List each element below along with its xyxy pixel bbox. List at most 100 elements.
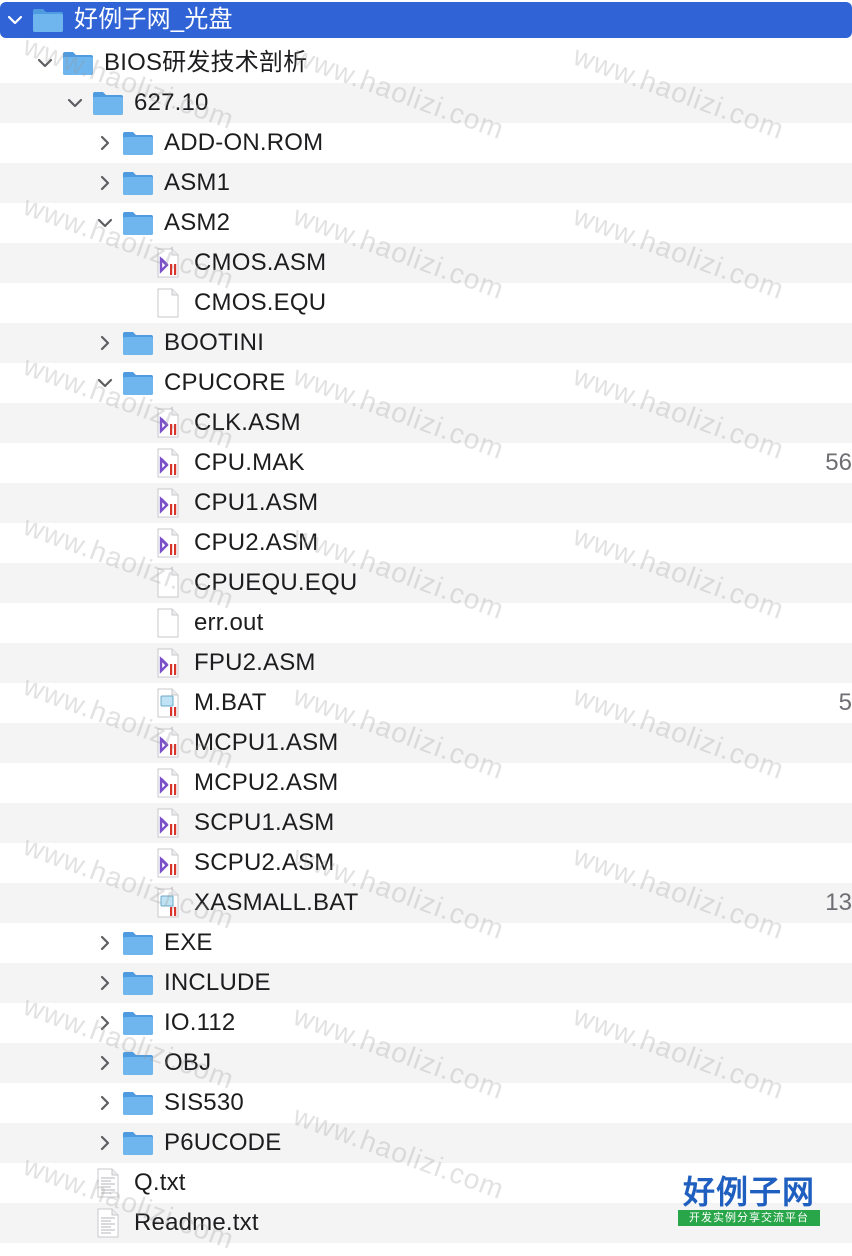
folder-icon bbox=[32, 5, 64, 35]
file-size: 13 bbox=[825, 889, 852, 916]
chevron-right-icon[interactable] bbox=[96, 334, 114, 352]
asm-file-icon bbox=[152, 848, 184, 878]
folder-icon bbox=[122, 968, 154, 998]
batch-file-icon bbox=[152, 888, 184, 918]
tree-row[interactable]: OBJ bbox=[0, 1043, 852, 1083]
asm-file-icon bbox=[152, 408, 184, 438]
chevron-right-icon[interactable] bbox=[96, 1014, 114, 1032]
logo-tagline: 开发实例分享交流平台 bbox=[678, 1210, 820, 1226]
tree-item-label: CPUCORE bbox=[164, 369, 286, 396]
tree-item-label: P6UCODE bbox=[164, 1129, 282, 1156]
tree-row[interactable]: err.out bbox=[0, 603, 852, 643]
tree-row[interactable]: EXE bbox=[0, 923, 852, 963]
tree-row[interactable]: IO.112 bbox=[0, 1003, 852, 1043]
chevron-right-icon[interactable] bbox=[96, 974, 114, 992]
text-file-icon bbox=[92, 1168, 124, 1198]
tree-item-label: INCLUDE bbox=[164, 969, 271, 996]
folder-icon bbox=[122, 1048, 154, 1078]
tree-item-label: MCPU1.ASM bbox=[194, 729, 339, 756]
tree-row[interactable]: CPU1.ASM bbox=[0, 483, 852, 523]
tree-row[interactable]: MCPU1.ASM bbox=[0, 723, 852, 763]
tree-item-label: CLK.ASM bbox=[194, 409, 301, 436]
asm-file-icon bbox=[152, 248, 184, 278]
batch-file-icon bbox=[152, 688, 184, 718]
asm-file-icon bbox=[152, 448, 184, 478]
asm-file-icon bbox=[152, 728, 184, 758]
tree-row[interactable]: CPU.MAK 56 bbox=[0, 443, 852, 483]
tree-row[interactable]: SCPU1.ASM bbox=[0, 803, 852, 843]
tree-item-label: err.out bbox=[194, 609, 264, 636]
tree-row[interactable]: CMOS.EQU bbox=[0, 283, 852, 323]
tree-row[interactable]: M.BAT 5 bbox=[0, 683, 852, 723]
tree-item-label: MCPU2.ASM bbox=[194, 769, 339, 796]
tree-item-label: SCPU1.ASM bbox=[194, 809, 335, 836]
tree-item-label: ASM1 bbox=[164, 169, 231, 196]
tree-item-label: OBJ bbox=[164, 1049, 212, 1076]
tree-row[interactable]: BIOS研发技术剖析 bbox=[0, 43, 852, 83]
tree-row[interactable]: FPU2.ASM bbox=[0, 643, 852, 683]
folder-icon bbox=[92, 88, 124, 118]
tree-row[interactable]: ASM2 bbox=[0, 203, 852, 243]
tree-row[interactable]: BOOTINI bbox=[0, 323, 852, 363]
tree-item-label: CPU1.ASM bbox=[194, 489, 319, 516]
asm-file-icon bbox=[152, 648, 184, 678]
folder-icon bbox=[122, 328, 154, 358]
chevron-right-icon[interactable] bbox=[96, 1134, 114, 1152]
tree-row[interactable]: INCLUDE bbox=[0, 963, 852, 1003]
chevron-down-icon[interactable] bbox=[96, 214, 114, 232]
asm-file-icon bbox=[152, 488, 184, 518]
tree-item-label: FPU2.ASM bbox=[194, 649, 316, 676]
tree-row[interactable]: MCPU2.ASM bbox=[0, 763, 852, 803]
tree-item-label: XASMALL.BAT bbox=[194, 889, 359, 916]
file-tree: 好例子网_光盘 BIOS研发技术剖析 627.10 ADD-ON.ROM ASM1 ASM… bbox=[0, 0, 852, 1243]
folder-icon bbox=[122, 368, 154, 398]
chevron-right-icon[interactable] bbox=[96, 1094, 114, 1112]
file-size: 56 bbox=[825, 449, 852, 476]
chevron-down-icon[interactable] bbox=[6, 11, 24, 29]
tree-row[interactable]: ADD-ON.ROM bbox=[0, 123, 852, 163]
tree-item-label: BOOTINI bbox=[164, 329, 265, 356]
chevron-right-icon[interactable] bbox=[96, 934, 114, 952]
chevron-right-icon[interactable] bbox=[96, 1054, 114, 1072]
document-icon bbox=[152, 288, 184, 318]
tree-item-label: SCPU2.ASM bbox=[194, 849, 335, 876]
tree-item-label: CPU.MAK bbox=[194, 449, 305, 476]
folder-icon bbox=[122, 928, 154, 958]
chevron-down-icon[interactable] bbox=[36, 54, 54, 72]
tree-row[interactable]: CLK.ASM bbox=[0, 403, 852, 443]
tree-row[interactable]: CPUEQU.EQU bbox=[0, 563, 852, 603]
folder-icon bbox=[122, 128, 154, 158]
tree-item-label: 627.10 bbox=[134, 89, 209, 116]
tree-row[interactable]: CPUCORE bbox=[0, 363, 852, 403]
tree-row[interactable]: XASMALL.BAT 13 bbox=[0, 883, 852, 923]
tree-item-label: ASM2 bbox=[164, 209, 231, 236]
tree-item-label: Q.txt bbox=[134, 1169, 186, 1196]
tree-item-label: M.BAT bbox=[194, 689, 267, 716]
asm-file-icon bbox=[152, 808, 184, 838]
tree-row[interactable]: SCPU2.ASM bbox=[0, 843, 852, 883]
tree-row[interactable]: SIS530 bbox=[0, 1083, 852, 1123]
tree-row[interactable]: 好例子网_光盘 bbox=[0, 2, 852, 38]
tree-item-label: CMOS.EQU bbox=[194, 289, 327, 316]
chevron-right-icon[interactable] bbox=[96, 174, 114, 192]
tree-row[interactable]: ASM1 bbox=[0, 163, 852, 203]
tree-row[interactable]: P6UCODE bbox=[0, 1123, 852, 1163]
chevron-down-icon[interactable] bbox=[66, 94, 84, 112]
folder-icon bbox=[122, 168, 154, 198]
tree-row[interactable]: 627.10 bbox=[0, 83, 852, 123]
folder-icon bbox=[122, 1008, 154, 1038]
tree-item-label: SIS530 bbox=[164, 1089, 244, 1116]
tree-item-label: CPU2.ASM bbox=[194, 529, 319, 556]
asm-file-icon bbox=[152, 768, 184, 798]
chevron-down-icon[interactable] bbox=[96, 374, 114, 392]
asm-file-icon bbox=[152, 528, 184, 558]
tree-row[interactable]: CPU2.ASM bbox=[0, 523, 852, 563]
tree-row[interactable]: CMOS.ASM bbox=[0, 243, 852, 283]
document-icon bbox=[152, 568, 184, 598]
file-size: 5 bbox=[838, 689, 852, 716]
chevron-right-icon[interactable] bbox=[96, 134, 114, 152]
folder-icon bbox=[62, 48, 94, 78]
tree-item-label: Readme.txt bbox=[134, 1209, 259, 1236]
tree-item-label: 好例子网_光盘 bbox=[74, 6, 233, 33]
haolizi-logo: 好例子网 开发实例分享交流平台 bbox=[678, 1174, 820, 1230]
